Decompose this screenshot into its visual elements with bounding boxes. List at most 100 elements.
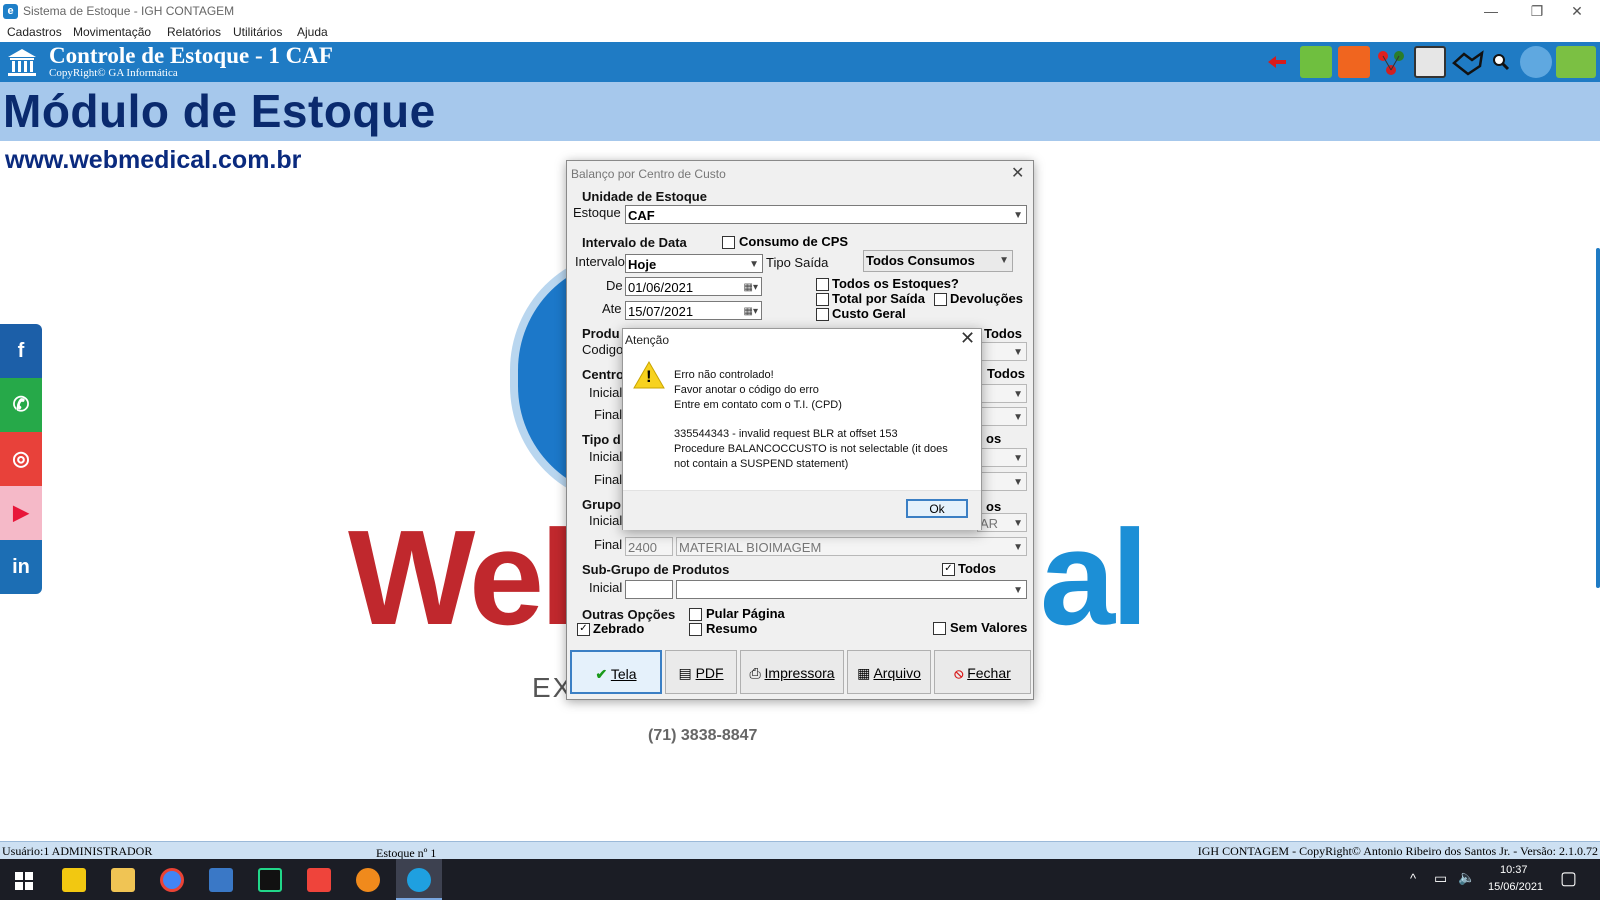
estoque-app-taskbar-button[interactable] (396, 859, 442, 900)
handshake-icon[interactable] (1452, 50, 1484, 76)
subgrupo-heading: Sub-Grupo de Produtos (582, 562, 730, 577)
intervalo-select[interactable]: Hoje ▼ (625, 254, 763, 273)
molecule-icon[interactable] (1375, 48, 1407, 78)
chrome-icon[interactable] (160, 868, 184, 892)
website-url[interactable]: www.webmedical.com.br (5, 146, 301, 175)
app-c-icon[interactable] (356, 868, 380, 892)
chevron-down-icon: ▼ (749, 259, 759, 270)
menu-movimentacao[interactable]: Movimentação (73, 25, 151, 39)
todos-estoques-checkbox[interactable] (816, 278, 829, 291)
subgrupo-inicial-select[interactable]: ▼ (676, 580, 1027, 599)
shopping-cart-green-icon[interactable] (1300, 46, 1332, 78)
menu-relatorios[interactable]: Relatórios (167, 25, 221, 39)
custo-geral-checkbox[interactable] (816, 308, 829, 321)
chevron-down-icon: ▼ (1013, 518, 1023, 529)
intervalo-label: Intervalo (575, 254, 625, 269)
printer-icon: ⎙ (749, 665, 761, 681)
todos-estoques-label: Todos os Estoques? (832, 276, 959, 291)
chevron-down-icon: ▼ (1013, 347, 1023, 358)
whatsapp-icon[interactable]: ✆ (0, 378, 42, 432)
centro-final-label: Final (594, 407, 623, 422)
estoque-select[interactable]: CAF ▼ (625, 205, 1027, 224)
shopping-cart-orange-icon[interactable] (1338, 46, 1370, 78)
pycharm-icon[interactable] (258, 868, 282, 892)
devolucoes-checkbox[interactable] (934, 293, 947, 306)
menu-cadastros[interactable]: Cadastros (7, 25, 62, 39)
subgrupo-inicial-code[interactable] (625, 580, 673, 599)
facebook-icon[interactable]: f (0, 324, 42, 378)
fechar-button[interactable]: ⦸ Fechar (934, 650, 1031, 694)
back-arrow-icon[interactable] (1268, 54, 1288, 70)
subgrupo-inicial-label: Inicial (589, 580, 623, 595)
subgrupo-todos-checkbox[interactable]: ✓ (942, 563, 955, 576)
de-date-input[interactable]: 01/06/2021 ▦▾ (625, 277, 762, 296)
alert-line-6: not contain a SUSPEND statement) (674, 458, 849, 470)
minimize-button[interactable]: — (1468, 0, 1514, 22)
impressora-label: Impressora (764, 665, 835, 681)
youtube-icon[interactable]: ▶ (0, 486, 42, 540)
ok-button[interactable]: Ok (906, 499, 968, 518)
resumo-checkbox[interactable] (689, 623, 702, 636)
centro-final-select[interactable]: ▼ (977, 407, 1027, 426)
file-explorer-icon[interactable] (111, 868, 135, 892)
resumo-label: Resumo (706, 621, 758, 636)
tipo-saida-select[interactable]: Todos Consumos ▼ (863, 250, 1013, 272)
chevron-down-icon: ▼ (1013, 389, 1023, 400)
grupo-final-select[interactable]: MATERIAL BIOIMAGEM ▼ (676, 537, 1027, 556)
devolucoes-label: Devoluções (950, 291, 1023, 306)
arquivo-button[interactable]: ▦ Arquivo (847, 650, 931, 694)
grupo-final-code[interactable]: 2400 (625, 537, 673, 556)
centro-inicial-select[interactable]: ▼ (977, 384, 1027, 403)
volume-icon[interactable]: 🔈 (1458, 869, 1475, 886)
zebrado-checkbox[interactable]: ✓ (577, 623, 590, 636)
produto-desc-select[interactable]: ▼ (977, 342, 1027, 361)
menu-utilitarios[interactable]: Utilitários (233, 25, 282, 39)
chevron-up-icon[interactable]: ^ (1410, 871, 1416, 886)
network-icon[interactable]: ▭ (1434, 870, 1447, 887)
app-header: Controle de Estoque - 1 CAF CopyRight© G… (0, 42, 1600, 82)
right-scroll-indicator[interactable] (1596, 248, 1600, 588)
sms-icon[interactable] (1556, 46, 1596, 78)
impressora-button[interactable]: ⎙ Impressora (740, 650, 844, 694)
linkedin-icon[interactable]: in (0, 540, 42, 594)
windows-start-icon[interactable] (15, 872, 33, 890)
warning-icon-mark: ! (646, 367, 652, 386)
grupo-final-desc: MATERIAL BIOIMAGEM (679, 540, 822, 555)
globe-icon[interactable] (1520, 46, 1552, 78)
magnifier-icon[interactable] (1492, 53, 1510, 71)
tipo-saida-label: Tipo Saída (766, 255, 829, 270)
app-title: Controle de Estoque - 1 CAF (49, 43, 333, 68)
module-banner: Módulo de Estoque (0, 82, 1600, 141)
notification-icon[interactable]: ▢ (1560, 868, 1577, 889)
pular-pagina-checkbox[interactable] (689, 608, 702, 621)
alert-close-button[interactable]: ✕ (960, 328, 975, 349)
grupo-inicial-label: Inicial (589, 513, 623, 528)
consumo-cps-label: Consumo de CPS (739, 234, 849, 249)
tipo-final-select[interactable]: ▼ (977, 472, 1027, 491)
calendar-icon[interactable]: ▦▾ (744, 302, 758, 321)
remote-desktop-icon[interactable] (209, 868, 233, 892)
window-titlebar: e Sistema de Estoque - IGH CONTAGEM — ❐ … (0, 0, 1600, 22)
consumo-cps-checkbox[interactable] (722, 236, 735, 249)
anydesk-icon[interactable] (307, 868, 331, 892)
estoque-value: CAF (628, 208, 655, 223)
powerbi-icon[interactable] (62, 868, 86, 892)
dialog-close-button[interactable]: ✕ (1011, 163, 1024, 183)
chevron-down-icon: ▼ (1013, 477, 1023, 488)
chevron-down-icon: ▼ (1013, 453, 1023, 464)
clock-date[interactable]: 15/06/2021 (1488, 881, 1543, 893)
calendar-icon[interactable]: ▦▾ (744, 278, 758, 297)
tipo-inicial-select[interactable]: ▼ (977, 448, 1027, 467)
total-por-saida-checkbox[interactable] (816, 293, 829, 306)
close-window-button[interactable]: ✕ (1554, 0, 1600, 22)
instagram-icon[interactable]: ◎ (0, 432, 42, 486)
ate-date-input[interactable]: 15/07/2021 ▦▾ (625, 301, 762, 320)
frame-icon[interactable] (1414, 46, 1446, 78)
sem-valores-checkbox[interactable] (933, 622, 946, 635)
grupo-inicial-select[interactable]: AR ▼ (977, 513, 1027, 532)
tela-button[interactable]: ✔ Tela (570, 650, 662, 694)
zebrado-label: Zebrado (593, 621, 645, 636)
menu-ajuda[interactable]: Ajuda (297, 25, 328, 39)
pdf-button[interactable]: ▤ PDF (665, 650, 737, 694)
clock-time[interactable]: 10:37 (1500, 864, 1528, 876)
